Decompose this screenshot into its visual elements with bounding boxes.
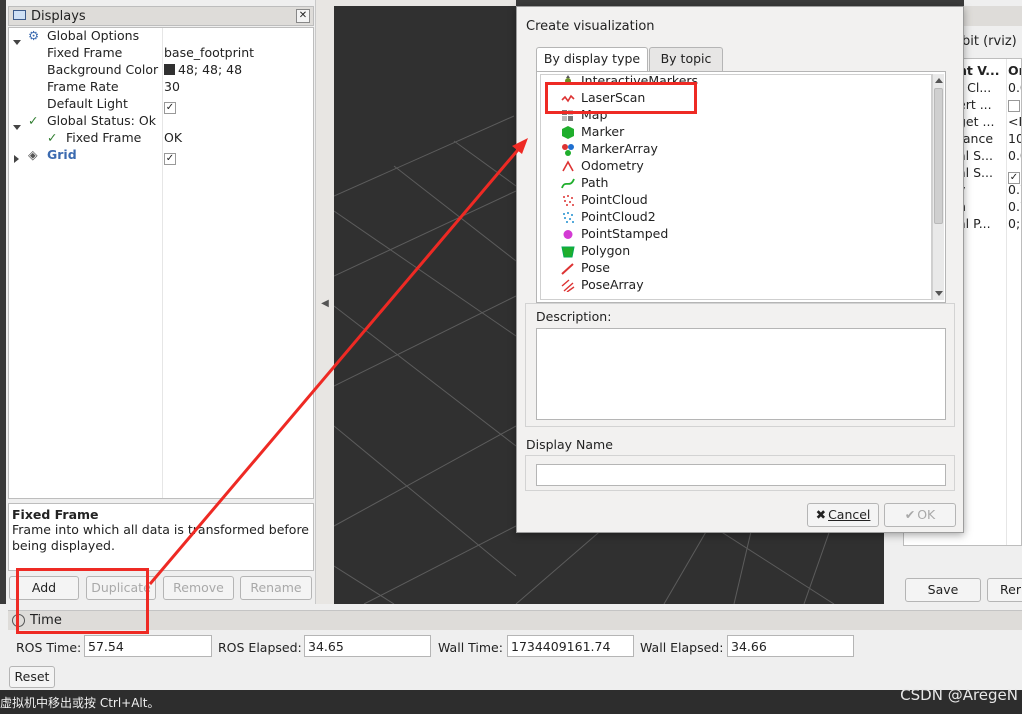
wall-elapsed-field[interactable]: 34.66	[727, 635, 854, 657]
list-scrollbar[interactable]	[932, 74, 944, 300]
ok-button[interactable]: ✔ OK	[884, 503, 956, 527]
ros-time-label: ROS Time:	[16, 640, 82, 655]
pose-icon	[561, 263, 574, 275]
marker-array-icon	[562, 144, 574, 156]
tab-by-display-type[interactable]: By display type	[536, 47, 648, 72]
path-icon	[561, 178, 575, 189]
tree-row-global-status[interactable]: ✓ Global Status: Ok	[9, 113, 313, 130]
tree-label: Frame Rate	[47, 79, 119, 94]
close-icon[interactable]: ✕	[296, 9, 310, 23]
save-button[interactable]: Save	[905, 578, 981, 602]
displays-title: Displays	[31, 9, 86, 24]
pointcloud-icon	[563, 195, 574, 206]
cancel-button[interactable]: ✖ Cancel	[807, 503, 879, 527]
pointcloud2-icon	[563, 212, 574, 223]
highlight-add-button	[16, 568, 149, 634]
tree-row-background-color[interactable]: Background Color 48; 48; 48	[9, 62, 313, 79]
property-value[interactable]: 0;	[1008, 216, 1020, 231]
grid-enabled-checkbox[interactable]: ✓	[164, 147, 176, 165]
posearray-icon	[561, 279, 575, 292]
displays-header: Displays ✕	[8, 6, 314, 26]
dialog-title: Create visualization	[526, 19, 655, 34]
property-value[interactable]: 0.7	[1008, 199, 1021, 214]
property-value[interactable]: 0.0	[1008, 80, 1021, 95]
property-checkbox[interactable]	[1008, 98, 1020, 113]
description-title: Fixed Frame	[12, 507, 99, 522]
color-swatch	[164, 64, 175, 75]
description-text: Frame into which all data is transformed…	[12, 522, 309, 553]
property-description: Fixed Frame Frame into which all data is…	[8, 503, 314, 571]
background-color-value[interactable]: 48; 48; 48	[164, 62, 242, 77]
expand-icon[interactable]	[14, 151, 19, 166]
description-area	[536, 328, 946, 420]
vm-hint-text: 虚拟机中移出或按 Ctrl+Alt。	[0, 696, 160, 710]
property-value[interactable]: 10	[1008, 131, 1021, 146]
status-value: OK	[164, 130, 183, 145]
fixed-frame-value[interactable]: base_footprint	[164, 45, 254, 60]
tree-label: Fixed Frame	[47, 45, 123, 60]
collapse-left-icon[interactable]: ◀	[318, 290, 332, 318]
display-name-input[interactable]	[536, 464, 946, 486]
odometry-icon	[562, 160, 574, 172]
property-value[interactable]: 0.7	[1008, 182, 1021, 197]
time-header: Time	[8, 610, 1022, 630]
polygon-icon	[561, 246, 575, 258]
tree-label: Default Light	[47, 96, 128, 111]
rename-button[interactable]: Rename	[240, 576, 312, 600]
marker-icon	[562, 126, 574, 139]
wall-time-label: Wall Time:	[438, 640, 503, 655]
tree-row-fixed-frame[interactable]: Fixed Frame base_footprint	[9, 45, 313, 62]
column-header: Or	[1008, 63, 1021, 78]
ros-elapsed-label: ROS Elapsed:	[218, 640, 302, 655]
check-icon: ✓	[28, 113, 39, 128]
highlight-laserscan	[545, 82, 697, 114]
tree-label: Background Color	[47, 62, 159, 77]
column-divider	[1006, 59, 1007, 545]
property-value[interactable]: <F	[1008, 114, 1021, 129]
cancel-icon: ✖	[815, 507, 827, 522]
window-edge	[0, 0, 6, 604]
tree-label: Global Options	[47, 28, 140, 43]
display-name-label: Display Name	[526, 437, 613, 452]
tab-by-topic[interactable]: By topic	[649, 47, 723, 71]
remove-view-button[interactable]: Rer	[987, 578, 1022, 602]
scroll-thumb[interactable]	[934, 88, 943, 224]
gear-icon: ⚙	[28, 28, 40, 43]
tree-label: Grid	[47, 147, 77, 162]
wall-elapsed-label: Wall Elapsed:	[640, 640, 724, 655]
scroll-up-icon[interactable]	[935, 78, 943, 83]
ros-elapsed-field[interactable]: 34.65	[304, 635, 431, 657]
monitor-icon	[13, 10, 26, 20]
column-header: nt V...	[958, 63, 1000, 78]
tree-row-default-light[interactable]: Default Light ✓	[9, 96, 313, 114]
grid-icon: ◈	[28, 147, 38, 162]
tree-label: Fixed Frame	[66, 130, 142, 145]
scroll-down-icon[interactable]	[935, 291, 943, 296]
frame-rate-value[interactable]: 30	[164, 79, 180, 94]
tree-row-status-fixed-frame[interactable]: ✓ Fixed Frame OK	[9, 130, 313, 147]
tree-row-global-options[interactable]: ⚙ Global Options	[9, 28, 313, 45]
watermark: CSDN @AregeN	[900, 686, 1018, 704]
reset-button[interactable]: Reset	[9, 666, 55, 688]
tree-label: Global Status: Ok	[47, 113, 156, 128]
wall-time-field[interactable]: 1734409161.74	[507, 635, 634, 657]
ok-icon: ✔	[904, 507, 916, 522]
property-value[interactable]: 0.0	[1008, 148, 1021, 163]
tree-row-frame-rate[interactable]: Frame Rate 30	[9, 79, 313, 96]
ros-time-field[interactable]: 57.54	[84, 635, 212, 657]
tree-row-grid[interactable]: ◈ Grid ✓	[9, 147, 313, 166]
default-light-checkbox[interactable]: ✓	[164, 96, 176, 114]
displays-tree: ⚙ Global Options Fixed Frame base_footpr…	[8, 27, 314, 499]
view-type-label: bit (rviz)	[962, 34, 1017, 49]
description-label: Description:	[536, 309, 612, 324]
check-icon: ✓	[47, 130, 58, 145]
pointstamped-icon	[563, 230, 573, 239]
remove-button[interactable]: Remove	[163, 576, 234, 600]
